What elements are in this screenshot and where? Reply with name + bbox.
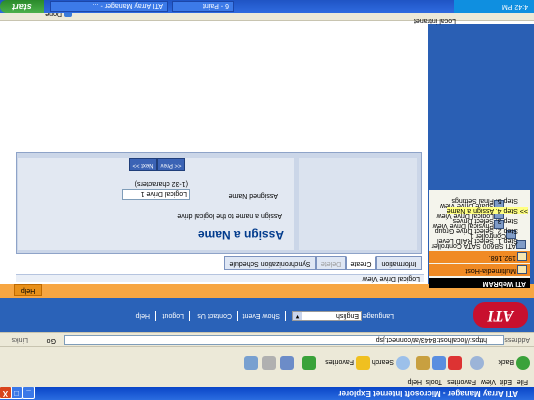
tree-item-ip[interactable]: 192.168. <box>429 251 530 263</box>
address-bar: Address https://localhost:8443/at/connec… <box>0 332 534 346</box>
page-header: Logical Drive View <box>16 274 424 282</box>
nav-divider <box>285 311 286 321</box>
menu-tools[interactable]: Tools <box>426 378 442 385</box>
nav-divider <box>237 311 238 321</box>
step-hint: Assign a name to the logical drive <box>177 212 282 219</box>
print-icon[interactable] <box>244 356 258 370</box>
system-tray: 4:42 PM <box>454 0 534 13</box>
logout-link[interactable]: Logout <box>163 309 184 321</box>
task-paint[interactable]: 6 - Paint <box>172 1 234 12</box>
back-arrow-icon[interactable] <box>516 356 530 370</box>
menu-view[interactable]: View <box>481 378 496 385</box>
tab-strip: Information Create Delete Synchronizatio… <box>16 256 424 272</box>
zone-status: Local intranet <box>414 17 456 24</box>
step-1: Step 1. Select RAID Level <box>437 237 518 244</box>
show-event-link[interactable]: Show Event <box>243 309 280 321</box>
media-icon[interactable] <box>302 356 316 370</box>
wizard-steps <box>299 158 417 250</box>
menu-help[interactable]: Help <box>408 378 422 385</box>
address-label: Address <box>504 336 530 343</box>
refresh-icon[interactable] <box>432 356 446 370</box>
minimize-button[interactable]: _ <box>22 386 35 399</box>
back-button[interactable]: Back <box>498 352 514 370</box>
contact-us-link[interactable]: Contact Us <box>197 309 232 321</box>
tab-information[interactable]: Information <box>376 256 422 270</box>
language-label: Language <box>362 312 394 319</box>
address-input[interactable]: https://localhost:8443/at/connect.jsp <box>64 335 504 345</box>
menu-bar: File Edit View Favorites Tools Help <box>0 374 534 387</box>
tab-delete: Delete <box>316 256 346 270</box>
tab-create[interactable]: Create <box>346 256 376 270</box>
tree-item-host[interactable]: Multimedia-Host <box>429 264 530 276</box>
links-button[interactable]: Links <box>12 336 28 343</box>
clock: 4:42 PM <box>501 3 528 10</box>
tree-item-label: 192.168. <box>488 254 516 261</box>
step-5: Step 5. Final Settings <box>451 197 518 204</box>
step-heading: Assign a Name <box>197 228 284 242</box>
window-title-bar: ATI Array Manager - Microsoft Internet E… <box>0 386 534 400</box>
menu-file[interactable]: File <box>517 378 528 385</box>
language-value: English <box>336 312 359 319</box>
close-button[interactable]: X <box>0 386 12 399</box>
tree-item-label: Multimedia-Host <box>465 267 516 274</box>
nav-divider <box>189 311 190 321</box>
start-button[interactable]: start <box>0 0 44 13</box>
go-button[interactable]: Go <box>47 337 56 344</box>
character-range-hint: (1-32 characters) <box>134 180 188 187</box>
menu-edit[interactable]: Edit <box>500 378 512 385</box>
history-icon[interactable] <box>280 356 294 370</box>
help-link[interactable]: Help <box>136 309 150 321</box>
tab-synchronization-schedule[interactable]: Synchronization Schedule <box>224 256 316 270</box>
network-icon <box>517 252 527 261</box>
home-icon[interactable] <box>416 356 430 370</box>
assigned-name-input[interactable]: Logical Drive 1 <box>122 189 190 200</box>
step-3: Step 3. Select Drives <box>452 217 518 224</box>
assigned-name-label: Assigned Name <box>228 192 278 199</box>
forward-arrow-icon[interactable] <box>470 356 484 370</box>
step-4-current: >> Step 4. Assign a Name <box>446 207 528 214</box>
tree-root[interactable]: ATI WebRAM <box>429 278 530 288</box>
chevron-down-icon[interactable]: ▼ <box>293 312 302 320</box>
menu-favorites[interactable]: Favorites <box>447 378 476 385</box>
ati-logo: ATI <box>473 302 528 328</box>
window-title: ATI Array Manager - Microsoft Internet E… <box>338 389 518 398</box>
nav-divider <box>155 311 156 321</box>
help-button[interactable]: Help <box>14 284 42 296</box>
prev-button[interactable]: << Prev <box>157 158 185 171</box>
computer-icon <box>517 265 527 274</box>
stop-icon[interactable] <box>448 356 462 370</box>
language-select[interactable]: English ▼ <box>292 311 362 321</box>
favorites-button[interactable]: Favorites <box>325 352 354 370</box>
browser-toolbar: Back Search Favorites <box>0 346 534 375</box>
favorites-star-icon[interactable] <box>356 356 370 370</box>
search-icon[interactable] <box>396 356 410 370</box>
local-intranet-text: Local intranet <box>413 17 456 24</box>
search-button[interactable]: Search <box>372 352 394 370</box>
task-ati-array-manager[interactable]: ATI Array Manager - ... <box>50 1 168 12</box>
mail-icon[interactable] <box>262 356 276 370</box>
step-2: Step 2. Select Drive Group <box>434 227 518 234</box>
next-button[interactable]: Next >> <box>129 158 157 171</box>
